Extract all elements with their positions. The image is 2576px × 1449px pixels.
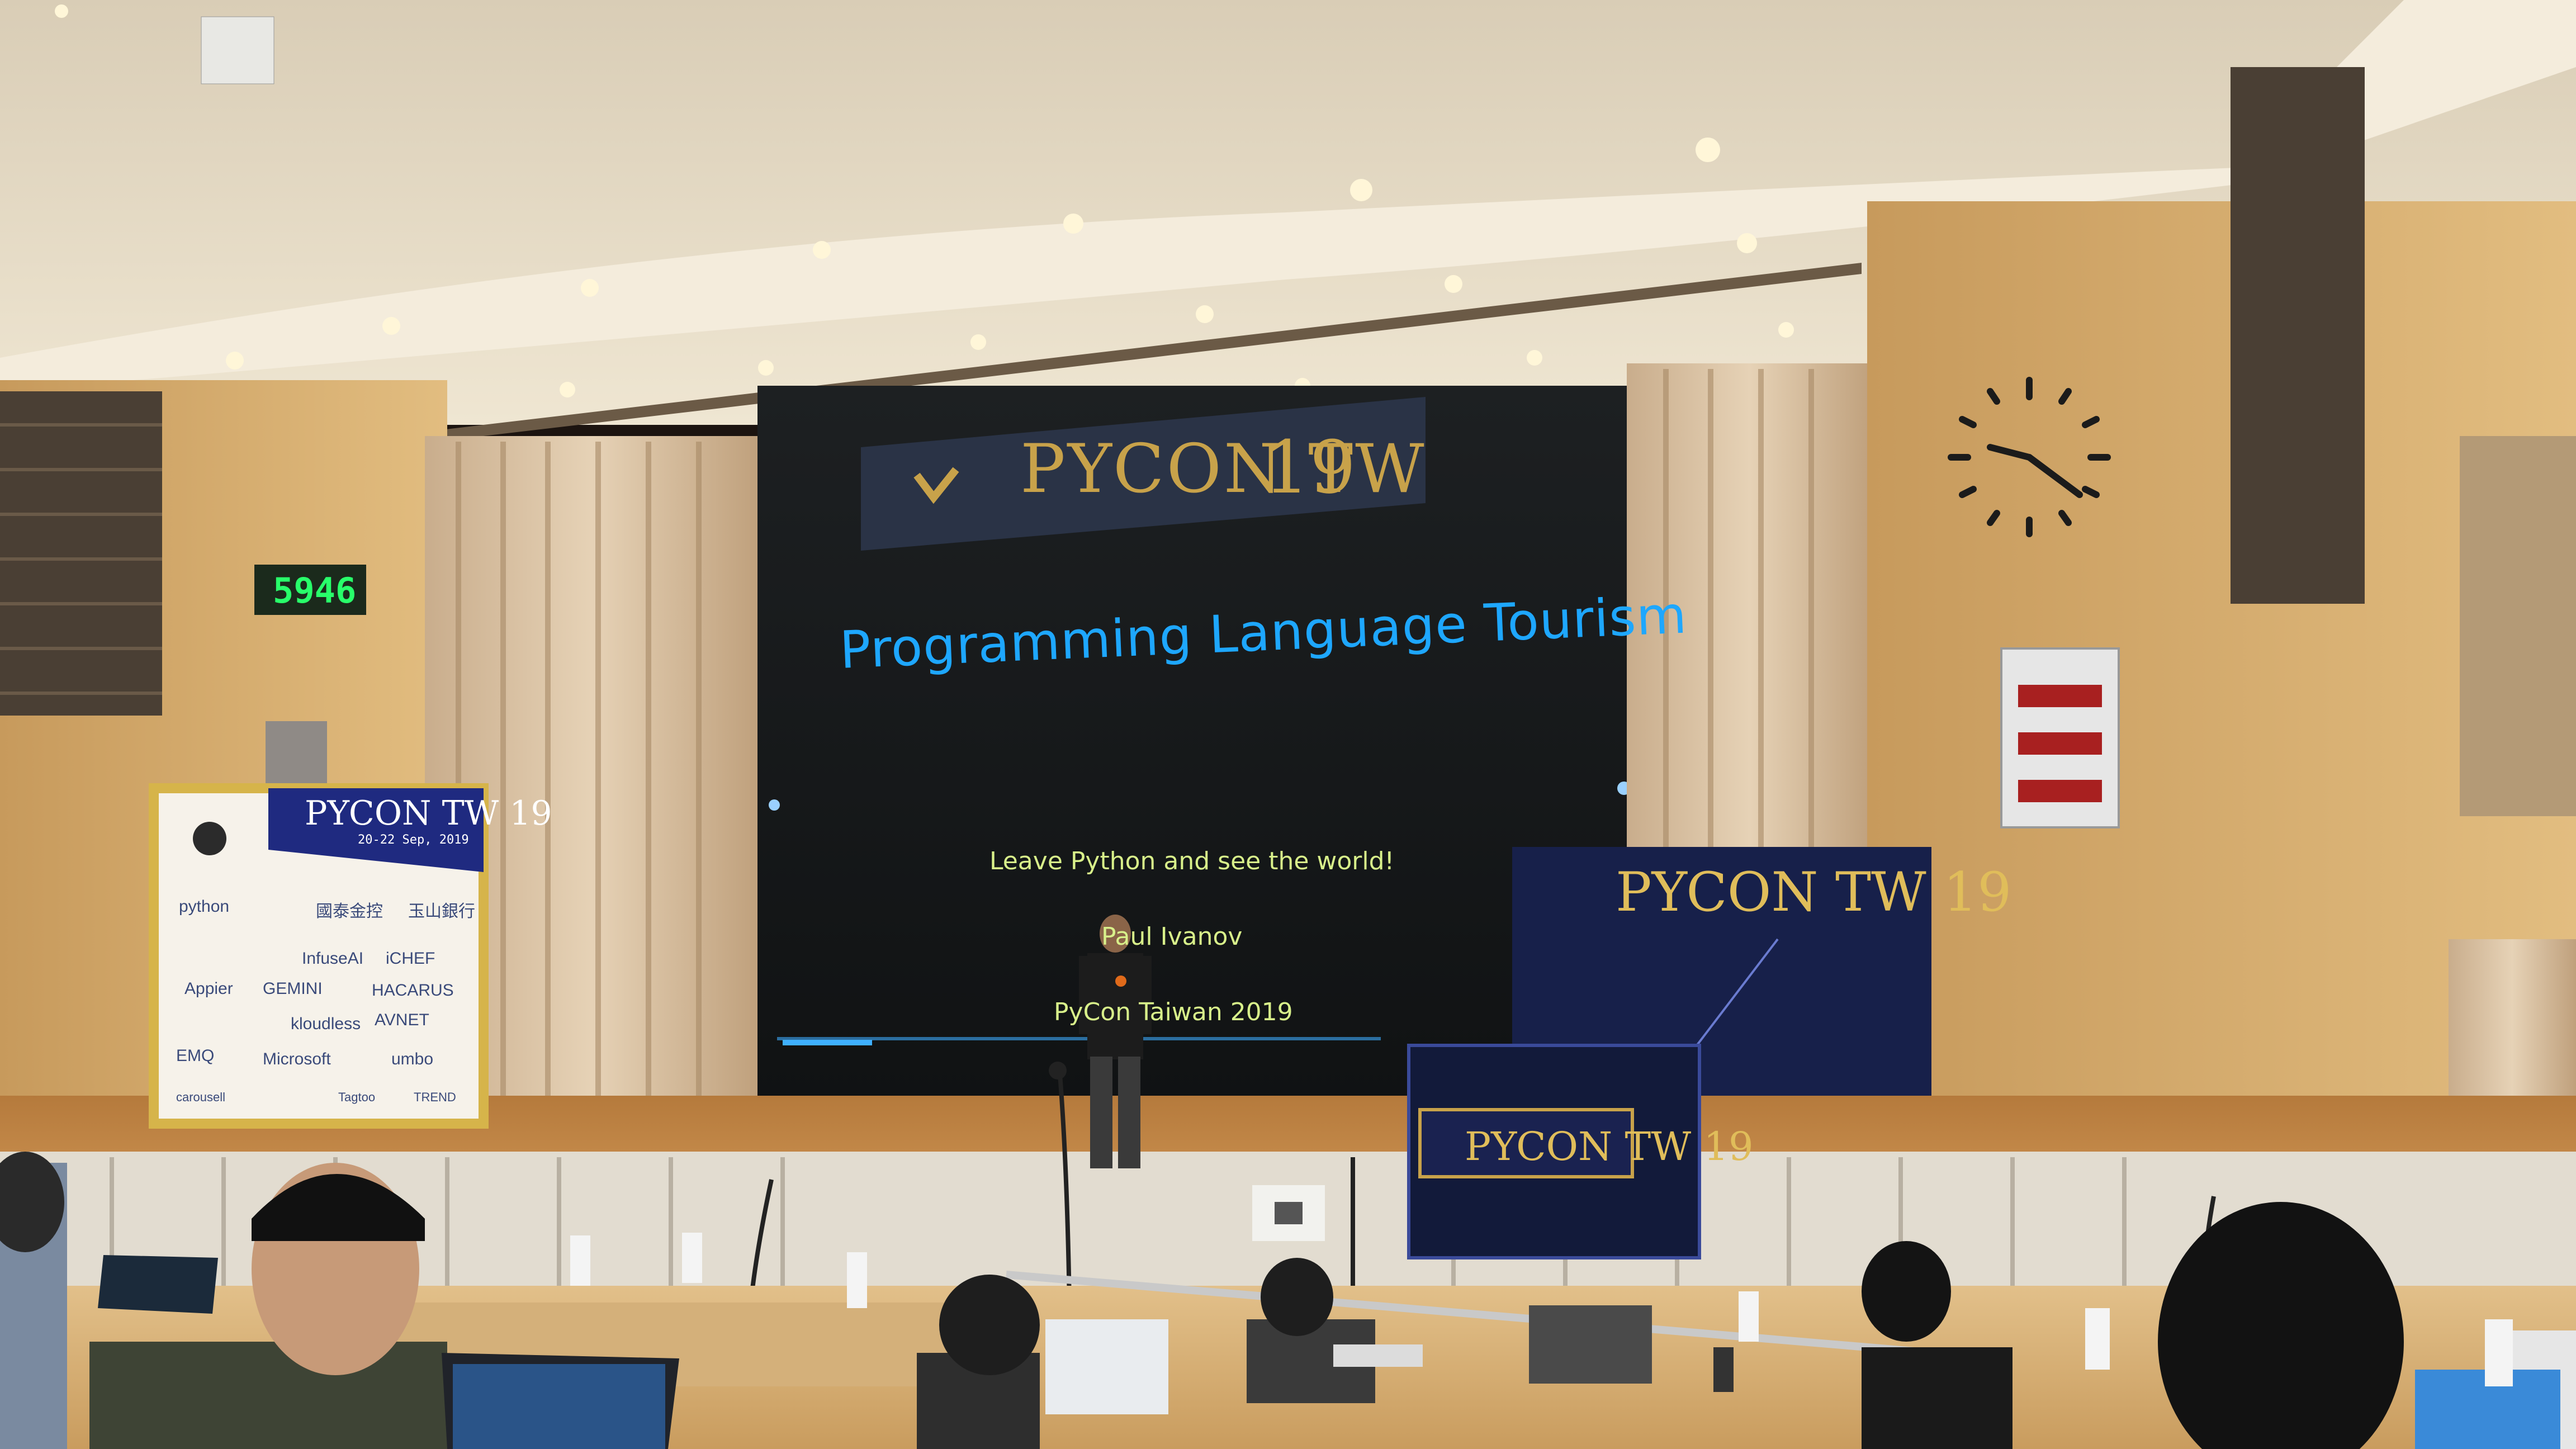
banner-logo-text: PYCON TW xyxy=(1020,430,1427,508)
right-wall-panel xyxy=(2460,436,2576,816)
sponsor-logo: umbo xyxy=(391,1050,434,1068)
sponsor-logo: Microsoft xyxy=(263,1050,331,1068)
standee-title: PYCON TW 19 xyxy=(305,794,552,833)
slide-subtitle: Leave Python and see the world! xyxy=(989,847,1395,875)
standee-dates: 20-22 Sep, 2019 xyxy=(358,833,469,847)
podium-title: PYCON TW 19 xyxy=(1465,1124,1754,1169)
sponsor-logo: GEMINI xyxy=(263,979,323,998)
slide-speaker: Paul Ivanov xyxy=(1101,922,1243,951)
sponsor-logo: EMQ xyxy=(176,1046,215,1065)
left-panel xyxy=(266,721,327,794)
sponsor-logo: Appier xyxy=(184,979,233,998)
sponsor-logo: kloudless xyxy=(291,1015,361,1033)
countdown-digits: 5946 xyxy=(273,570,357,611)
sponsor-logo: 國泰金控 xyxy=(316,902,383,921)
sponsor-logo: TREND xyxy=(414,1090,456,1104)
sponsor-logo: iCHEF xyxy=(386,949,435,968)
sponsor-logo: carousell xyxy=(176,1090,226,1104)
slide-progress-fill xyxy=(783,1040,872,1045)
banner-year: 19 xyxy=(1263,425,1356,510)
right-wall-vent xyxy=(2231,67,2365,604)
sponsor-logo: Tagtoo xyxy=(338,1090,376,1104)
sponsor-logo: InfuseAI xyxy=(302,949,364,968)
sponsor-logo: AVNET xyxy=(375,1011,429,1029)
sponsor-logo: HACARUS xyxy=(372,981,454,1000)
auditorium-scene xyxy=(0,0,2576,1449)
left-vent xyxy=(0,391,162,716)
backdrop-title: PYCON TW 19 xyxy=(1616,861,2012,924)
slide-event: PyCon Taiwan 2019 xyxy=(1054,998,1293,1026)
sponsor-logo: python xyxy=(179,897,230,916)
speaker-box xyxy=(201,16,274,84)
thermos xyxy=(1713,1347,1734,1392)
sponsor-logo: 玉山銀行 xyxy=(408,902,475,921)
